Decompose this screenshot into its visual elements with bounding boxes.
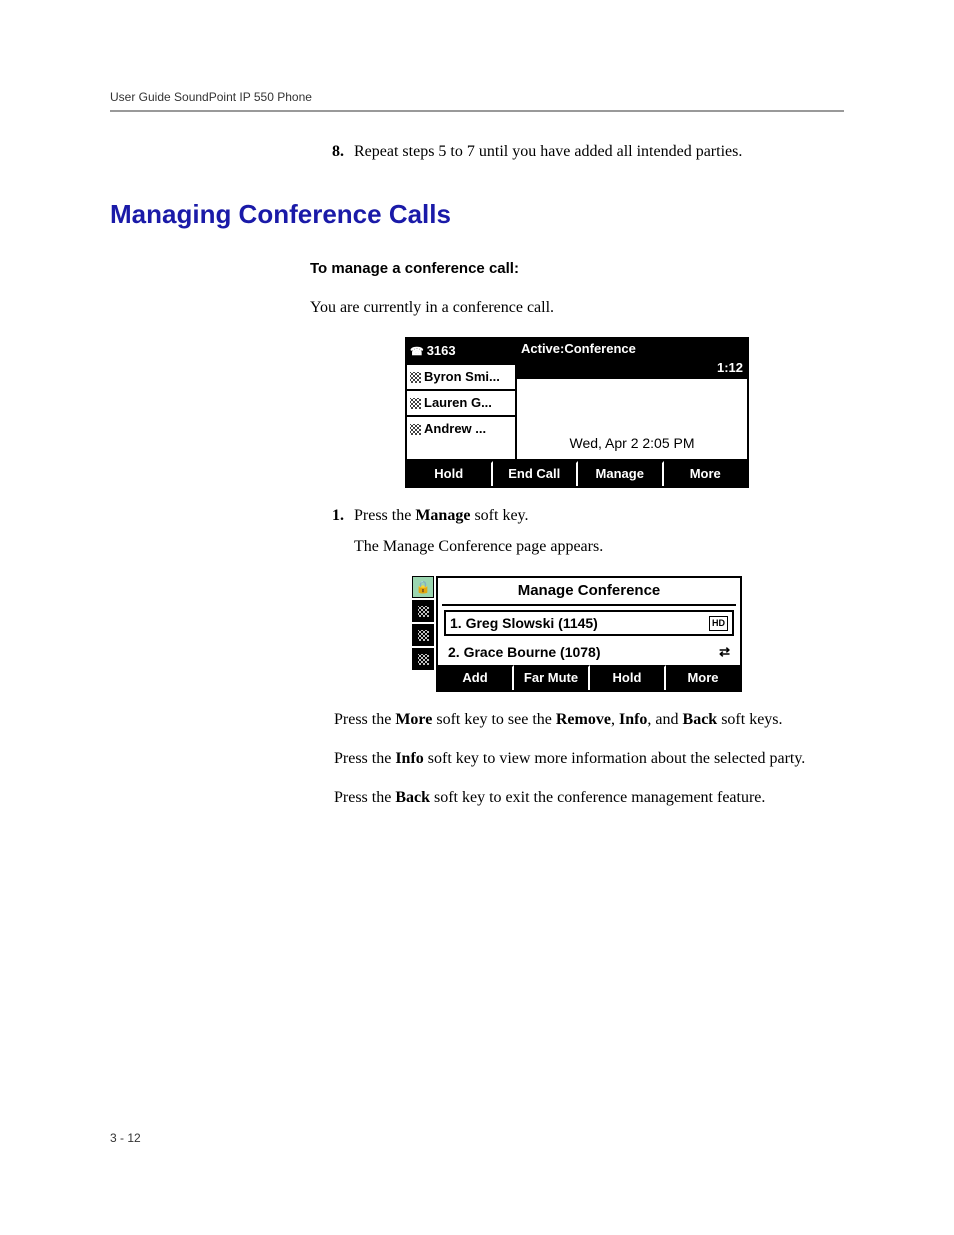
call-timer: 1:12	[521, 359, 743, 378]
softkey-far-mute: Far Mute	[514, 665, 590, 690]
step-1-text-a: Press the	[354, 507, 415, 524]
presence-icon	[410, 398, 421, 409]
header-rule	[110, 110, 844, 112]
hd-icon: HD	[709, 616, 728, 631]
step-1-number: 1.	[310, 504, 354, 558]
step-8-number: 8.	[310, 140, 354, 163]
softkey-manage: Manage	[578, 461, 664, 486]
line-key-2: Lauren G...	[407, 391, 515, 417]
para-back: Press the Back soft key to exit the conf…	[334, 786, 844, 809]
softkey-hold: Hold	[407, 461, 493, 486]
date-time: Wed, Apr 2 2:05 PM	[517, 379, 747, 459]
step-1-text-b: Manage	[415, 507, 470, 524]
subsection-heading: To manage a conference call:	[310, 258, 844, 280]
line-key-2-label: Lauren G...	[424, 394, 492, 413]
conference-entry-1: 1. Greg Slowski (1145) HD	[444, 610, 734, 636]
lock-icon: 🔒	[412, 576, 434, 598]
running-header: User Guide SoundPoint IP 550 Phone	[110, 90, 844, 104]
figure-manage-conference: 🔒 Manage Conference 1. Greg Slowski (114…	[310, 576, 844, 692]
line-key-1: Byron Smi...	[407, 365, 515, 391]
section-heading: Managing Conference Calls	[110, 199, 844, 230]
softkey-more: More	[666, 665, 740, 690]
line-key-3: Andrew ...	[407, 417, 515, 441]
step-1-subtext: The Manage Conference page appears.	[354, 538, 603, 555]
conference-entry-2: 2. Grace Bourne (1078)	[444, 640, 734, 663]
figure-active-conference: 3163 Byron Smi... Lauren G... Andre	[310, 337, 844, 488]
step-1-text-c: soft key.	[470, 507, 528, 524]
line-key-3-label: Andrew ...	[424, 420, 486, 439]
phone-icon	[410, 342, 424, 361]
screen2-title: Manage Conference	[438, 578, 740, 604]
softkey-add: Add	[438, 665, 514, 690]
banner-title: Active:Conference	[521, 340, 743, 359]
step-8: 8. Repeat steps 5 to 7 until you have ad…	[310, 140, 844, 163]
softkey-end-call: End Call	[493, 461, 579, 486]
presence-icon	[412, 648, 434, 670]
swap-icon	[719, 641, 730, 662]
intro-text: You are currently in a conference call.	[310, 296, 844, 319]
conference-entry-2-label: 2. Grace Bourne (1078)	[448, 642, 601, 662]
step-1: 1. Press the Manage soft key. The Manage…	[310, 504, 844, 558]
para-info: Press the Info soft key to view more inf…	[334, 747, 844, 770]
page-number: 3 - 12	[110, 1131, 141, 1145]
presence-icon	[412, 624, 434, 646]
presence-icon	[410, 372, 421, 383]
line-ext-label: 3163	[427, 342, 456, 361]
softkey-hold: Hold	[590, 665, 666, 690]
softkey-more: More	[664, 461, 748, 486]
step-8-text: Repeat steps 5 to 7 until you have added…	[354, 140, 844, 163]
line-key-ext: 3163	[407, 339, 515, 365]
presence-icon	[412, 600, 434, 622]
presence-icon	[410, 424, 421, 435]
line-key-1-label: Byron Smi...	[424, 368, 500, 387]
conference-entry-1-label: 1. Greg Slowski (1145)	[450, 613, 598, 633]
para-more: Press the More soft key to see the Remov…	[334, 708, 844, 731]
